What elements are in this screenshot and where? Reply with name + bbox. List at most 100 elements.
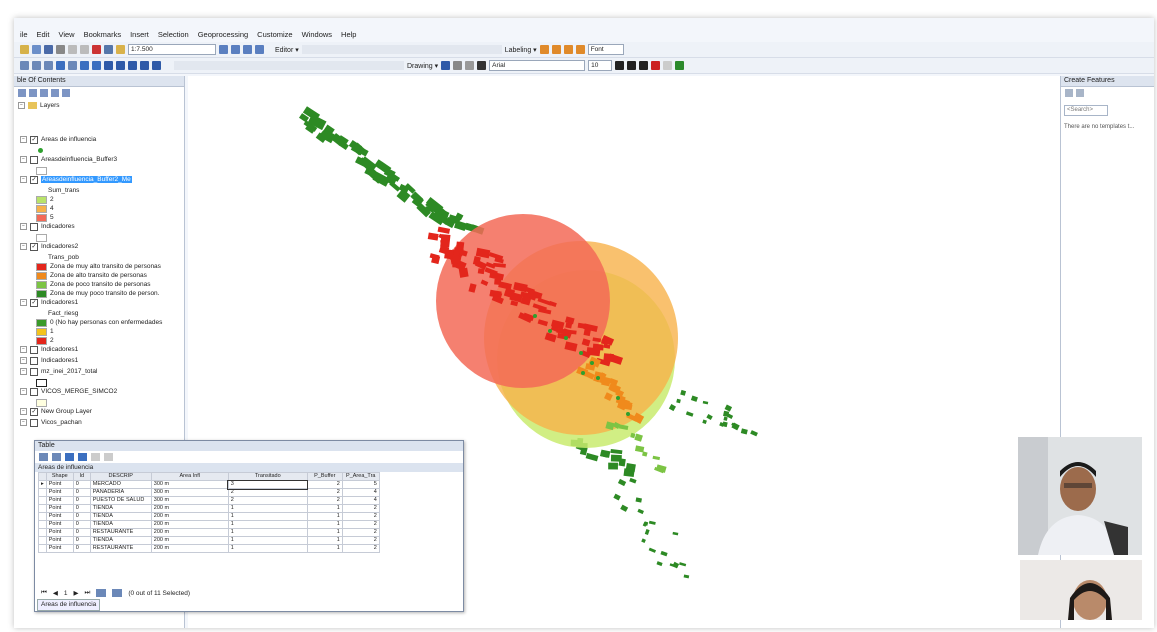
- toc-layer[interactable]: − mz_inei_2017_total: [20, 367, 97, 376]
- expand-icon[interactable]: −: [20, 176, 27, 183]
- menu-item-4[interactable]: Insert: [130, 30, 149, 39]
- table-cell[interactable]: MERCADO: [89, 480, 152, 489]
- collapse-icon[interactable]: −: [18, 102, 25, 109]
- layer-visibility-checkbox[interactable]: [30, 222, 38, 231]
- select-by-attributes-icon[interactable]: [65, 453, 74, 461]
- toc-layer[interactable]: − VICOS_MERGE_SIMCO2: [20, 387, 117, 396]
- label-weight-icon[interactable]: [563, 45, 573, 54]
- add-data-icon[interactable]: [116, 45, 125, 54]
- toc-layer[interactable]: − Indicadores1: [20, 356, 78, 365]
- identify-icon[interactable]: [116, 61, 125, 70]
- hyperlink-icon[interactable]: [152, 61, 161, 70]
- table-row[interactable]: Point 0 TIENDA 200 m112: [38, 536, 380, 545]
- menu-item-5[interactable]: Selection: [158, 30, 189, 39]
- legend-class[interactable]: 4: [36, 204, 54, 213]
- legend-class[interactable]: 1: [36, 327, 54, 336]
- layer-visibility-checkbox[interactable]: [30, 367, 38, 376]
- font-color-icon[interactable]: [651, 61, 661, 70]
- pan-icon[interactable]: [44, 61, 53, 70]
- first-record-icon[interactable]: ⏮: [41, 589, 47, 597]
- table-cell[interactable]: 1: [306, 536, 343, 545]
- lock-labels-icon[interactable]: [575, 45, 585, 54]
- table-cell[interactable]: 2: [227, 488, 308, 497]
- table-cell[interactable]: TIENDA: [89, 520, 152, 529]
- editor-icon[interactable]: [219, 45, 228, 54]
- table-cell[interactable]: 1: [227, 544, 308, 553]
- back-icon[interactable]: [80, 61, 89, 70]
- full-extent-icon[interactable]: [56, 61, 65, 70]
- fill-color-icon[interactable]: [663, 61, 673, 70]
- last-record-icon[interactable]: ⏭: [84, 589, 90, 597]
- table-cell[interactable]: 1: [306, 544, 343, 553]
- table-cell[interactable]: TIENDA: [89, 536, 152, 545]
- table-cell[interactable]: Point: [45, 520, 74, 529]
- layer-visibility-checkbox[interactable]: ✓: [30, 298, 38, 307]
- toc-layer[interactable]: − ✓ Areas de influencia: [20, 135, 96, 144]
- table-cell[interactable]: 2: [306, 480, 343, 489]
- layer-name[interactable]: Indicadores2: [41, 243, 78, 250]
- table-cell[interactable]: 2: [341, 536, 380, 545]
- layer-visibility-checkbox[interactable]: [30, 418, 38, 427]
- show-selected-records-icon[interactable]: [112, 589, 123, 597]
- table-cell[interactable]: 200 m: [150, 504, 229, 513]
- attribute-table[interactable]: Shape Id DESCRIP Area Infl Transitado P_Buffe…: [38, 472, 380, 553]
- table-cell[interactable]: Point: [45, 544, 74, 553]
- layer-name[interactable]: Areasdeinfluencia_Buffer3: [41, 156, 117, 163]
- undo-icon[interactable]: [104, 45, 113, 54]
- next-record-icon[interactable]: ▶: [73, 589, 78, 597]
- fill-symbol-icon[interactable]: [36, 289, 47, 298]
- table-cell[interactable]: 200 m: [150, 520, 229, 529]
- table-cell[interactable]: 2: [341, 520, 380, 529]
- fill-symbol-icon[interactable]: [36, 233, 47, 242]
- layer-visibility-checkbox[interactable]: ✓: [30, 175, 38, 184]
- layer-name[interactable]: Indicadores1: [41, 357, 78, 364]
- delete-icon[interactable]: [92, 45, 101, 54]
- fill-symbol-icon[interactable]: [36, 336, 47, 345]
- row-selector[interactable]: [38, 536, 47, 545]
- layer-name[interactable]: VICOS_MERGE_SIMCO2: [41, 388, 117, 395]
- table-row[interactable]: Point 0 TIENDA 200 m112: [38, 512, 380, 521]
- layer-name[interactable]: Vicos_pachan: [41, 419, 82, 426]
- legend-class[interactable]: [36, 166, 50, 175]
- column-header[interactable]: P_Area_Tra: [341, 472, 380, 481]
- table-cell[interactable]: 300 m: [150, 496, 229, 505]
- editor-menu[interactable]: Editor ▾: [275, 46, 299, 54]
- fill-symbol-icon[interactable]: [36, 280, 47, 289]
- options-icon[interactable]: [62, 89, 70, 97]
- delete-selected-icon[interactable]: [104, 453, 113, 461]
- font-combo[interactable]: Font: [587, 44, 624, 55]
- layer-visibility-checkbox[interactable]: [30, 155, 38, 164]
- legend-class[interactable]: [36, 146, 48, 155]
- table-cell[interactable]: RESTAURANTE: [89, 544, 152, 553]
- organize-templates-icon[interactable]: [1065, 89, 1073, 97]
- font-name-combo[interactable]: Arial: [489, 60, 586, 71]
- row-selector[interactable]: [38, 528, 47, 537]
- expand-icon[interactable]: −: [20, 388, 27, 395]
- layer-visibility-checkbox[interactable]: ✓: [30, 242, 38, 251]
- legend-class[interactable]: Zona de muy poco transito de person.: [36, 289, 159, 298]
- table-cell[interactable]: 0: [72, 536, 91, 545]
- catalog-icon[interactable]: [231, 45, 240, 54]
- table-row[interactable]: Point 0 RESTAURANTE 200 m112: [38, 544, 380, 553]
- table-cell[interactable]: 1: [306, 512, 343, 521]
- layer-visibility-checkbox[interactable]: [30, 356, 38, 365]
- table-cell[interactable]: RESTAURANTE: [89, 528, 152, 537]
- fill-symbol-icon[interactable]: [36, 271, 47, 280]
- layer-name[interactable]: New Group Layer: [41, 408, 92, 415]
- switch-selection-icon[interactable]: [78, 453, 87, 461]
- table-row[interactable]: Point 0 TIENDA 200 m112: [38, 504, 380, 513]
- row-selector[interactable]: [38, 496, 47, 505]
- table-cell[interactable]: Point: [45, 512, 74, 521]
- table-cell[interactable]: 2: [306, 488, 343, 497]
- fill-symbol-icon[interactable]: [36, 318, 47, 327]
- toc-layer[interactable]: − Vicos_pachan: [20, 418, 82, 427]
- legend-class[interactable]: [36, 398, 50, 407]
- select-elements-icon[interactable]: [441, 61, 451, 70]
- table-cell[interactable]: 0: [72, 520, 91, 529]
- table-cell[interactable]: PANADERIA: [89, 488, 152, 497]
- menu-item-8[interactable]: Windows: [302, 30, 332, 39]
- legend-class[interactable]: Zona de alto transito de personas: [36, 271, 147, 280]
- list-by-source-icon[interactable]: [29, 89, 37, 97]
- table-cell[interactable]: Point: [45, 528, 74, 537]
- fill-symbol-icon[interactable]: [36, 166, 47, 175]
